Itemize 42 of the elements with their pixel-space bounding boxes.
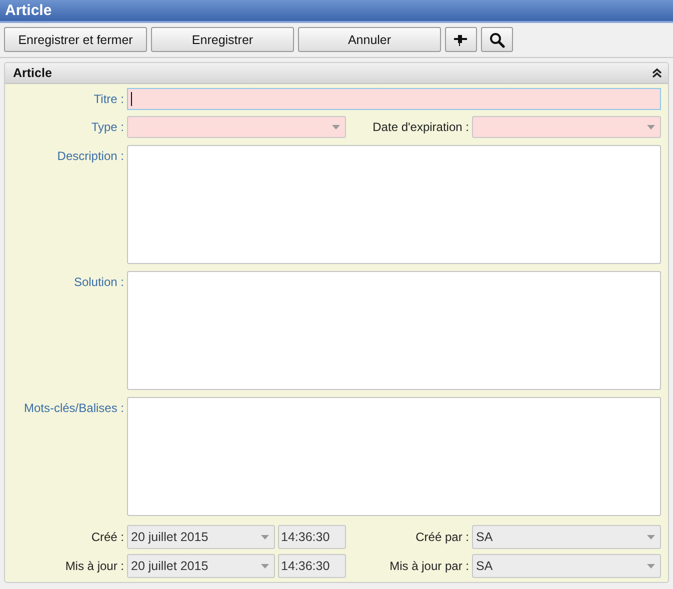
dropdown-field[interactable]: 20 juillet 2015 — [127, 554, 275, 578]
title-input[interactable] — [127, 88, 661, 110]
dropdown-field[interactable]: SA — [472, 525, 661, 549]
field-label: Titre : — [92, 91, 125, 108]
text-area[interactable] — [127, 397, 661, 516]
dropdown-field[interactable] — [127, 116, 346, 138]
user-value: SA — [476, 530, 493, 544]
field-label: Type : — [90, 119, 125, 136]
time-field[interactable]: 14:36:30 — [278, 525, 346, 549]
panel-title: Article — [13, 66, 52, 80]
dropdown-arrow-icon — [647, 534, 655, 540]
double-chevron-up-icon — [652, 68, 662, 78]
field-label: Mis à jour : — [64, 558, 125, 575]
dropdown-field[interactable]: SA — [472, 554, 661, 578]
field-label: Créé : — [90, 529, 125, 546]
user-value: SA — [476, 559, 493, 573]
time-field[interactable]: 14:36:30 — [278, 554, 346, 578]
date-value: 20 juillet 2015 — [131, 530, 208, 544]
pin-button[interactable] — [445, 27, 477, 52]
field-label: Mis à jour par : — [388, 558, 470, 575]
dropdown-arrow-icon — [647, 124, 655, 130]
field-label: Solution : — [72, 274, 125, 291]
field-label: Date d'expiration : — [372, 119, 470, 136]
text-area[interactable] — [127, 145, 661, 264]
field-label: Description : — [56, 148, 125, 165]
search-button[interactable] — [481, 27, 513, 52]
field-label: Mots-clés/Balises : — [22, 400, 125, 417]
search-icon — [489, 32, 505, 48]
dropdown-arrow-icon — [647, 564, 655, 568]
dropdown-arrow-icon — [261, 534, 269, 540]
date-value: 20 juillet 2015 — [131, 559, 208, 573]
field-label: Créé par : — [414, 529, 470, 546]
toolbar-button[interactable]: Enregistrer — [151, 27, 294, 52]
collapse-button[interactable] — [652, 68, 662, 78]
dropdown-arrow-icon — [261, 564, 269, 568]
dropdown-arrow-icon — [332, 124, 340, 130]
dropdown-field[interactable] — [472, 116, 661, 138]
window-title: Article — [0, 0, 673, 23]
toolbar-button[interactable]: Enregistrer et fermer — [4, 27, 147, 52]
dropdown-field[interactable]: 20 juillet 2015 — [127, 525, 275, 549]
toolbar-button[interactable]: Annuler — [298, 27, 441, 52]
text-area[interactable] — [127, 271, 661, 390]
